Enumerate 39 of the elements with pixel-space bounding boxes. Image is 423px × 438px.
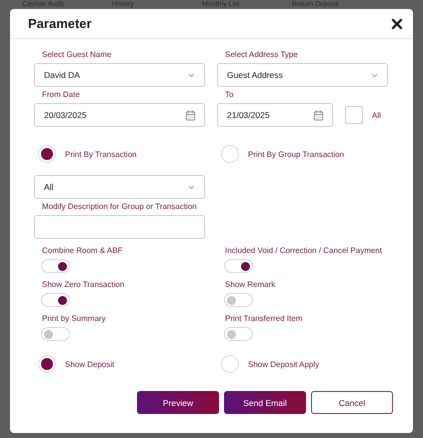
radio-button[interactable] [38,145,56,163]
toggle-label: Show Remark [225,280,276,289]
dialog-button[interactable]: Cancel [311,391,393,414]
toggle-switch[interactable] [41,293,70,307]
radio-label: Print By Group Transaction [248,150,344,158]
select-field[interactable]: Guest Address [217,63,388,87]
radio-label: Print By Transaction [65,150,137,158]
radio-label: Show Deposit Apply [248,360,320,368]
radio-button[interactable] [221,145,239,163]
select-field[interactable]: David DA [34,63,205,87]
toggle-label: Show Zero Transaction [42,280,126,289]
calendar-icon [313,110,324,120]
radio-button[interactable] [38,355,56,373]
checkbox-label: All [372,110,381,120]
dialog-title: Parameter [28,16,92,31]
toggle-switch[interactable] [224,293,253,307]
toggle-label: Print by Summary [42,314,107,323]
description-input[interactable] [34,215,205,239]
date-field[interactable]: 20/03/2025 [34,103,205,127]
calendar-icon [185,110,196,120]
field-label: Modify Description for Group or Transaction [42,202,198,211]
toggle-switch[interactable] [41,259,70,273]
dialog-button[interactable]: Preview [137,391,219,414]
checkbox[interactable] [345,106,363,124]
toggle-switch[interactable] [224,327,253,341]
toggle-switch[interactable] [224,259,253,273]
toggle-label: Included Void / Correction / Cancel Payment [225,246,383,255]
field-label: Select Address Type [225,50,299,59]
field-label: Select Guest Name [42,50,112,59]
select-field[interactable]: All [34,175,205,199]
radio-button[interactable] [221,355,239,373]
radio-label: Show Deposit [65,360,114,368]
dialog-button[interactable]: Send Email [224,391,306,414]
toggle-switch[interactable] [41,327,70,341]
field-label: From Date [42,90,81,99]
toggle-label: Combine Room & ABF [42,246,124,255]
date-field[interactable]: 21/03/2025 [217,103,333,127]
field-label: To [225,90,234,99]
toggle-label: Print Transferred Item [225,314,304,323]
